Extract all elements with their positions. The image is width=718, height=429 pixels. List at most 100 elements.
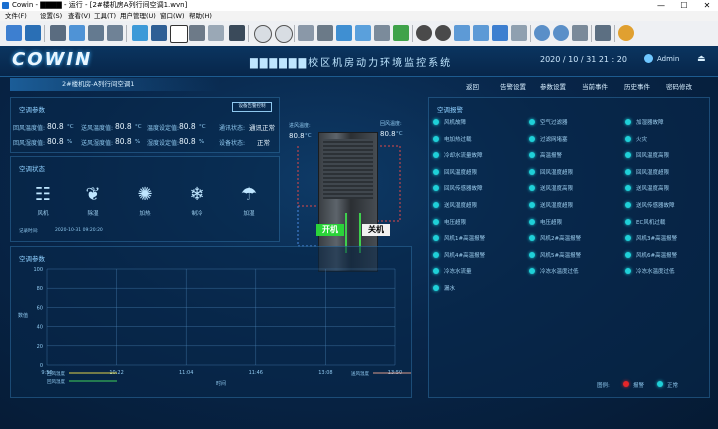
back-icon[interactable] [454,25,470,41]
nav-alarm-settings[interactable]: 告警设置 [500,81,526,91]
doc-tool-icon[interactable] [298,25,314,41]
zoom-out-icon[interactable] [553,25,569,41]
alarm-status-dot [529,168,535,175]
supply-humidity-unit: % [135,139,141,145]
menu-window[interactable]: 窗口(W) [160,11,185,21]
nav-back[interactable]: 返回 [466,81,479,91]
alarm-status-dot [529,202,535,208]
legend-label: 图例: [597,383,610,389]
fit-tool-icon[interactable] [572,25,588,41]
alarm-status-dot [625,135,631,142]
alarm-status-dot [625,168,631,175]
computer-tool-icon[interactable] [50,25,66,41]
header-datetime: 2020 / 10 / 31 21 : 20 [540,55,627,64]
alarm-item-label: 回风温度高限 [636,153,670,160]
zoom-in-icon[interactable] [534,25,550,41]
card-tool-icon[interactable] [132,25,148,41]
current-page-tab: 2#楼机房-A列行间空调1 [10,78,220,91]
report-tool-icon[interactable] [355,25,371,41]
toolbar [0,21,718,47]
alarm-item-label: 回风传感器故障 [444,186,483,193]
alarm-item-label: 风机5#高温报警 [540,252,582,259]
minimize-button[interactable]: — [650,0,672,11]
legend-series-label: 回风温度 [47,370,65,377]
return-temp-label: 回风温度值: [13,125,46,132]
alarm-item-label: 冷冻水流量 [444,269,472,276]
pause-icon[interactable] [435,25,451,41]
nav-param-settings[interactable]: 参数设置 [540,81,566,91]
play-icon[interactable] [416,25,432,41]
temp-setpoint-unit: °C [199,124,206,130]
inlet-temp-value: 80.8 [289,132,305,140]
forward-icon[interactable] [473,25,489,41]
chart-tool-icon[interactable] [336,25,352,41]
temp-setpoint-value: 80.8 [179,122,196,131]
user-tool-icon[interactable] [618,25,634,41]
mobile-tool-icon[interactable] [229,25,245,41]
alarm-status-dot [529,251,535,258]
alarm-status-dot [625,119,631,125]
network-tool-icon[interactable] [69,25,85,41]
alarm-item-label: 高温报警 [540,153,563,160]
y-axis-label: 数值 [18,312,28,319]
timer-tool-icon[interactable] [275,25,293,43]
heat-icon: ✺ [137,184,153,205]
menu-help[interactable]: 帮助(H) [189,11,212,21]
alarm-item-label: 回风湿度超限 [636,169,670,176]
alarm-item-label: EC风机过载 [636,219,666,226]
legend-normal-dot [657,381,663,387]
status-panel-title: 空调状态 [19,165,45,173]
link-tool-icon[interactable] [511,25,527,41]
calendar-tool-icon[interactable] [170,25,188,43]
menu-settings[interactable]: 设置(S) [40,11,62,21]
y-tick-label: 20 [37,344,43,350]
server-tool-icon[interactable] [107,25,123,41]
list-tool-icon[interactable] [374,25,390,41]
alarm-item-label: 空气过滤器 [540,120,568,126]
nav-current-events[interactable]: 当前事件 [582,81,608,91]
alarm-status-dot [433,119,439,125]
graph-tool-icon[interactable] [393,25,409,41]
home-nav-icon[interactable] [492,25,508,41]
menu-tools[interactable]: 工具(T) [94,11,116,21]
alarm-status-dot [625,202,631,208]
legend-series-label: 回风湿度 [47,378,65,385]
alarm-status-dot [625,152,631,159]
close-window-button[interactable]: ✕ [696,0,718,11]
legend-normal-label: 正常 [667,383,679,389]
nav-password-change[interactable]: 密码修改 [666,81,692,91]
humidify-label: 加湿 [243,211,255,217]
alarm-control-button[interactable]: 设备告警控制 [232,102,272,112]
power-off-button[interactable]: 关机 [362,224,390,236]
device-tool-icon[interactable] [88,25,104,41]
fan-label: 风机 [37,211,49,217]
nav-history-events[interactable]: 历史事件 [624,81,650,91]
humidity-setpoint-label: 湿度设定值: [147,140,180,147]
y-tick-label: 60 [37,305,43,311]
phone-tool-icon[interactable] [208,25,224,41]
logout-icon[interactable]: ⏏ [697,54,707,64]
alarm-item-label: 电压超限 [444,219,467,226]
monitor-view: COWIN ▇▇▇▇▇▇校区机房动力环境监控系统 2020 / 10 / 31 … [0,46,718,429]
clock-tool-icon[interactable] [254,25,272,43]
alarm-status-dot [433,135,439,142]
system-title: ▇▇▇▇▇▇校区机房动力环境监控系统 [250,58,453,69]
supply-humidity-value: 80.8 [115,137,132,146]
menu-user-management[interactable]: 用户管理(U) [120,11,156,21]
book-tool-icon[interactable] [151,25,167,41]
power-on-button[interactable]: 开机 [316,224,344,236]
return-humidity-label: 回风湿度值: [13,140,46,147]
alarm-status-dot [529,119,535,125]
monitor-tool-icon[interactable] [25,25,41,41]
menu-view[interactable]: 查看(V) [68,11,91,21]
window-titlebar: Cowin - ▇▇▇▇ - 运行 - [2#楼机房A列行间空调1.wvn] —… [0,0,718,11]
maximize-button[interactable]: ☐ [673,0,695,11]
legend-alarm-label: 报警 [633,383,645,389]
tools-icon[interactable] [189,25,205,41]
menu-file[interactable]: 文件(F) [5,11,27,21]
alarm-item-label: 回风温度超限 [444,169,478,176]
gear-tool-icon[interactable] [317,25,333,41]
record-time-label: 记录时间: [19,229,39,234]
home-tool-icon[interactable] [6,25,22,41]
move-tool-icon[interactable] [595,25,611,41]
